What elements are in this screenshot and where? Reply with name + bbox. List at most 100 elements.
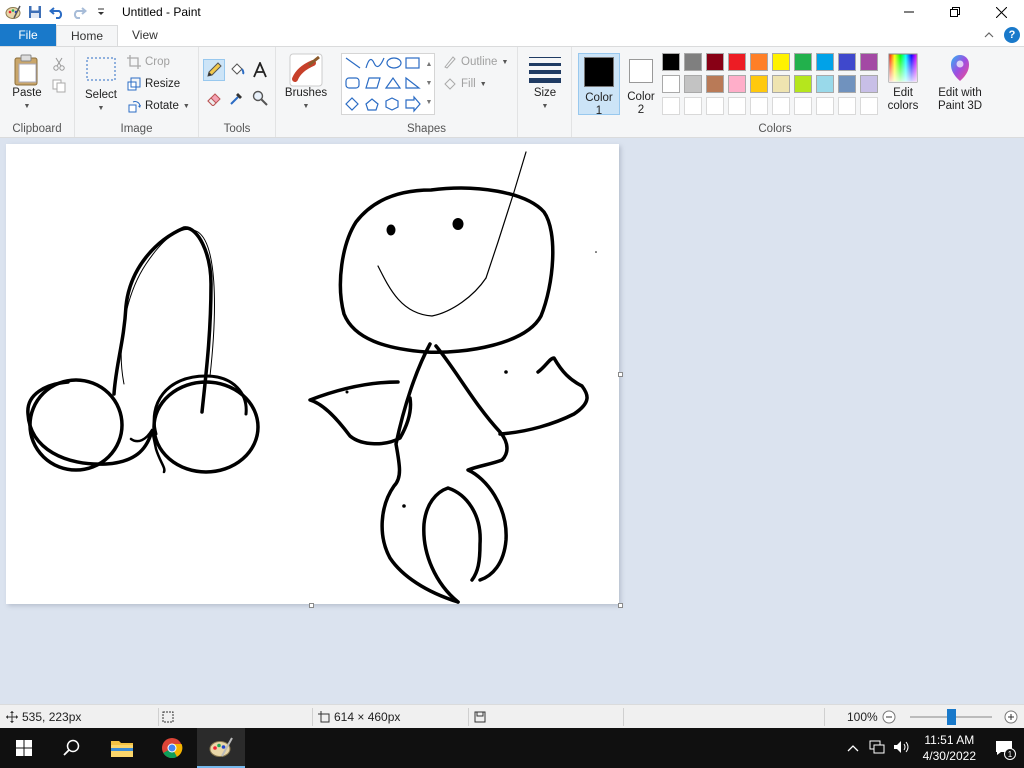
pencil-icon[interactable] bbox=[203, 59, 225, 81]
palette-color-swatch[interactable] bbox=[794, 75, 812, 93]
crop-button[interactable]: Crop bbox=[127, 55, 170, 69]
palette-color-swatch[interactable] bbox=[860, 75, 878, 93]
tab-file[interactable]: File bbox=[0, 24, 56, 46]
cursor-position: 535, 223px bbox=[6, 705, 81, 729]
minimize-button[interactable] bbox=[886, 0, 932, 24]
palette-color-swatch[interactable] bbox=[728, 75, 746, 93]
stroke-left-loop bbox=[26, 380, 153, 466]
palette-color-swatch[interactable] bbox=[662, 53, 680, 71]
customize-toolbar-icon[interactable] bbox=[90, 1, 112, 23]
fill-bucket-icon[interactable] bbox=[226, 59, 248, 81]
palette-color-swatch[interactable] bbox=[684, 75, 702, 93]
help-icon[interactable]: ? bbox=[1004, 27, 1020, 43]
palette-custom-swatch[interactable] bbox=[706, 97, 724, 115]
zoom-slider-thumb[interactable] bbox=[946, 709, 956, 725]
zoom-in-icon bbox=[1004, 710, 1018, 724]
rotate-icon bbox=[128, 101, 141, 113]
drawing-canvas[interactable] bbox=[6, 144, 619, 604]
canvas-resize-handle-bottom[interactable] bbox=[309, 603, 314, 608]
palette-color-swatch[interactable] bbox=[816, 75, 834, 93]
save-icon[interactable] bbox=[24, 1, 46, 23]
zoom-in-button[interactable] bbox=[1004, 705, 1018, 729]
undo-icon[interactable] bbox=[46, 1, 68, 23]
fill-button[interactable]: Fill ▼ bbox=[443, 77, 487, 91]
action-center-button[interactable]: 1 bbox=[984, 728, 1024, 768]
network-icon[interactable] bbox=[865, 740, 889, 757]
tab-home[interactable]: Home bbox=[56, 25, 119, 46]
palette-custom-swatch[interactable] bbox=[684, 97, 702, 115]
palette-color-swatch[interactable] bbox=[772, 53, 790, 71]
canvas-resize-handle-right[interactable] bbox=[618, 372, 623, 377]
collapse-ribbon-icon[interactable] bbox=[984, 28, 994, 42]
palette-custom-swatch[interactable] bbox=[662, 97, 680, 115]
tools-group: Tools bbox=[199, 47, 276, 137]
palette-color-swatch[interactable] bbox=[794, 53, 812, 71]
stroke-connector bbox=[129, 428, 166, 474]
cut-icon[interactable] bbox=[48, 53, 70, 75]
eraser-icon[interactable] bbox=[203, 87, 225, 109]
file-explorer-button[interactable] bbox=[98, 728, 146, 768]
edit-colors-label-2: colors bbox=[887, 100, 919, 112]
edit-colors-button[interactable]: Edit colors bbox=[883, 53, 923, 113]
redo-icon[interactable] bbox=[68, 1, 90, 23]
image-group: Select ▼ Crop Resize Rotate ▼ Image bbox=[75, 47, 199, 137]
start-button[interactable] bbox=[0, 728, 48, 768]
palette-color-swatch[interactable] bbox=[662, 75, 680, 93]
edit-with-paint3d-button[interactable]: Edit with Paint 3D bbox=[932, 53, 988, 113]
magnifier-icon[interactable] bbox=[249, 87, 271, 109]
chrome-button[interactable] bbox=[148, 728, 196, 768]
clock[interactable]: 11:51 AM 4/30/2022 bbox=[915, 732, 984, 764]
shapes-scroll[interactable]: ▲ ▼ ▼ bbox=[424, 55, 434, 113]
palette-custom-swatch[interactable] bbox=[772, 97, 790, 115]
color2-button[interactable]: Color 2 bbox=[622, 53, 660, 116]
palette-custom-swatch[interactable] bbox=[816, 97, 834, 115]
palette-color-swatch[interactable] bbox=[816, 53, 834, 71]
palette-color-swatch[interactable] bbox=[750, 75, 768, 93]
resize-icon bbox=[127, 77, 141, 91]
status-separator bbox=[158, 708, 159, 726]
palette-custom-swatch[interactable] bbox=[860, 97, 878, 115]
file-size bbox=[474, 705, 486, 729]
palette-custom-swatch[interactable] bbox=[794, 97, 812, 115]
palette-color-swatch[interactable] bbox=[706, 75, 724, 93]
palette-color-swatch[interactable] bbox=[728, 53, 746, 71]
color-picker-icon[interactable] bbox=[226, 87, 248, 109]
tab-view[interactable]: View bbox=[118, 24, 172, 46]
select-icon bbox=[86, 57, 116, 81]
palette-color-swatch[interactable] bbox=[750, 53, 768, 71]
brushes-button[interactable]: Brushes ▼ bbox=[282, 53, 330, 113]
palette-custom-swatch[interactable] bbox=[728, 97, 746, 115]
select-button[interactable]: Select ▼ bbox=[83, 55, 119, 115]
show-hidden-icons-icon[interactable] bbox=[841, 741, 865, 755]
text-tool-icon[interactable] bbox=[249, 59, 271, 81]
size-button[interactable]: Size ▼ bbox=[526, 55, 564, 113]
zoom-out-button[interactable] bbox=[882, 705, 896, 729]
move-cursor-icon bbox=[6, 711, 18, 723]
palette-color-swatch[interactable] bbox=[706, 53, 724, 71]
palette-color-swatch[interactable] bbox=[860, 53, 878, 71]
stroke-body-right bbox=[434, 344, 509, 582]
color1-button[interactable]: Color 1 bbox=[578, 53, 620, 117]
restore-button[interactable] bbox=[932, 0, 978, 24]
clock-time: 11:51 AM bbox=[924, 733, 975, 747]
palette-color-swatch[interactable] bbox=[684, 53, 702, 71]
outline-button[interactable]: Outline ▼ bbox=[443, 55, 508, 69]
zoom-slider[interactable] bbox=[910, 709, 992, 725]
palette-custom-swatch[interactable] bbox=[750, 97, 768, 115]
paint-taskbar-button[interactable] bbox=[197, 728, 245, 768]
fill-icon bbox=[444, 78, 456, 90]
copy-icon[interactable] bbox=[48, 75, 70, 97]
volume-icon[interactable] bbox=[889, 740, 915, 757]
resize-button[interactable]: Resize bbox=[127, 77, 180, 91]
paste-button[interactable]: Paste ▼ bbox=[8, 53, 46, 113]
close-button[interactable] bbox=[978, 0, 1024, 24]
paint-app-icon[interactable] bbox=[2, 1, 24, 23]
canvas-resize-handle-corner[interactable] bbox=[618, 603, 623, 608]
palette-custom-swatch[interactable] bbox=[838, 97, 856, 115]
palette-color-swatch[interactable] bbox=[838, 75, 856, 93]
palette-color-swatch[interactable] bbox=[838, 53, 856, 71]
palette-color-swatch[interactable] bbox=[772, 75, 790, 93]
search-button[interactable] bbox=[48, 728, 96, 768]
color2-label: Color bbox=[627, 91, 655, 103]
rotate-button[interactable]: Rotate ▼ bbox=[127, 99, 190, 113]
